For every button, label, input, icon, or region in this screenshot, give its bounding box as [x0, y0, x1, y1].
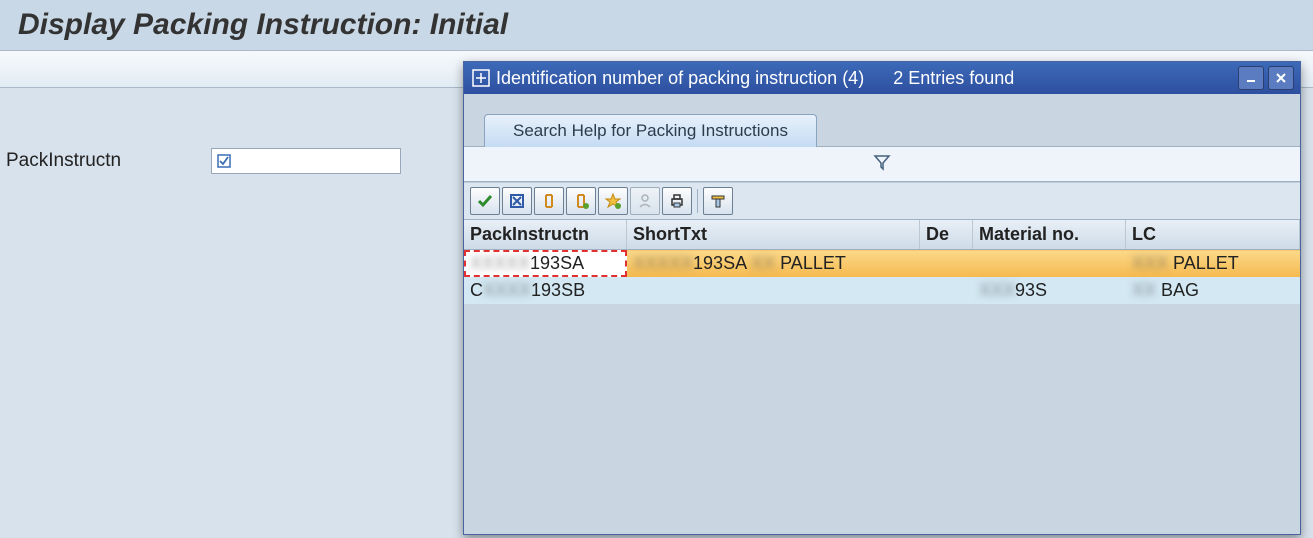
dialog-toolbar: [464, 182, 1300, 220]
minimize-button[interactable]: [1238, 66, 1264, 90]
dialog-title-text: Identification number of packing instruc…: [496, 68, 864, 88]
find-button[interactable]: [534, 187, 564, 215]
packinstructn-input[interactable]: [232, 151, 400, 171]
dialog-icon: [472, 69, 490, 87]
cell-lc: XX BAG: [1126, 277, 1300, 304]
cell-shorttxt: [627, 277, 920, 304]
personal-list-button[interactable]: [630, 187, 660, 215]
find-next-button[interactable]: [566, 187, 596, 215]
cell-packinstructn[interactable]: XXXXX193SA: [464, 250, 627, 278]
search-help-dialog: Identification number of packing instruc…: [463, 61, 1301, 535]
entries-found-text: 2 Entries found: [893, 68, 1014, 88]
col-packinstructn[interactable]: PackInstructn: [464, 220, 627, 250]
packinstructn-input-wrap[interactable]: [211, 148, 401, 174]
dialog-titlebar: Identification number of packing instruc…: [464, 62, 1300, 94]
cell-shorttxt: XXXXX193SA XX PALLET: [627, 250, 920, 278]
table-row[interactable]: CXXXX193SB XXX93S XX BAG: [464, 277, 1300, 304]
col-material[interactable]: Material no.: [973, 220, 1126, 250]
col-de[interactable]: De: [920, 220, 973, 250]
cell-de: [920, 250, 973, 278]
cell-material: XXX93S: [973, 277, 1126, 304]
dialog-empty-area: [464, 304, 1300, 534]
page-title: Display Packing Instruction: Initial: [0, 0, 1313, 51]
print-button[interactable]: [662, 187, 692, 215]
cell-lc: XXX PALLET: [1126, 250, 1300, 278]
col-shorttxt[interactable]: ShortTxt: [627, 220, 920, 250]
packinstructn-label: PackInstructn: [6, 150, 121, 172]
favorites-button[interactable]: [598, 187, 628, 215]
cell-de: [920, 277, 973, 304]
table-row[interactable]: XXXXX193SA XXXXX193SA XX PALLET XXX PALL…: [464, 250, 1300, 278]
col-lc[interactable]: LC: [1126, 220, 1300, 250]
accept-button[interactable]: [470, 187, 500, 215]
search-help-icon: [216, 153, 232, 169]
cell-material: [973, 250, 1126, 278]
cancel-button[interactable]: [502, 187, 532, 215]
dialog-filter-row: [464, 147, 1300, 182]
layout-button[interactable]: [703, 187, 733, 215]
filter-icon[interactable]: [872, 152, 892, 177]
tab-search-help[interactable]: Search Help for Packing Instructions: [484, 114, 817, 147]
close-button[interactable]: [1268, 66, 1294, 90]
dialog-tabstrip: Search Help for Packing Instructions: [464, 94, 1300, 147]
cell-packinstructn[interactable]: CXXXX193SB: [464, 277, 627, 304]
results-table: PackInstructn ShortTxt De Material no. L…: [464, 220, 1300, 304]
